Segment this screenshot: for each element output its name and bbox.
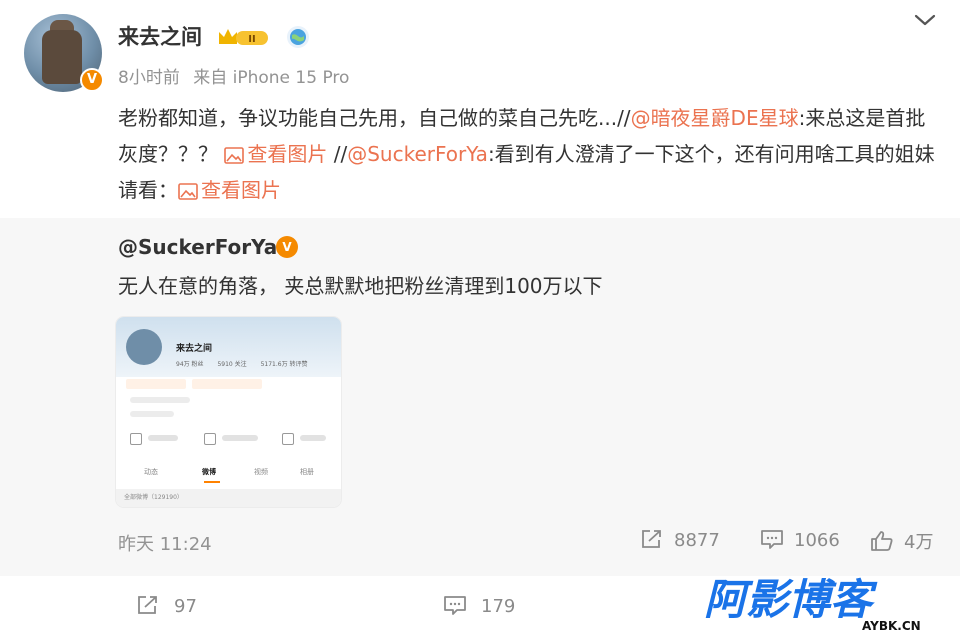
view-image-label: 查看图片 — [247, 142, 328, 166]
image-icon — [224, 147, 245, 164]
thumbnail-name: 来去之间 — [176, 344, 213, 354]
vip-level-badge-icon[interactable]: II — [216, 26, 270, 48]
thumbnail-line — [222, 435, 258, 441]
ticket-icon — [204, 433, 216, 445]
repost-count: 97 — [174, 596, 197, 617]
repost-text: 无人在意的角落， 夹总默默地把粉丝清理到100万以下 — [118, 274, 603, 298]
aybk-watermark-logo: 阿影博客 AYBK.CN — [704, 575, 921, 632]
repost-author[interactable]: @SuckerForYa — [118, 235, 277, 259]
thumbnail-tab: 动态 — [144, 468, 158, 476]
globe-badge-icon[interactable] — [286, 25, 310, 49]
thumbnail-line — [148, 435, 178, 441]
reposted-weibo[interactable]: @SuckerForYa V 无人在意的角落， 夹总默默地把粉丝清理到100万以… — [0, 218, 960, 576]
thumbnail-tab-underline — [204, 481, 220, 483]
thumbnail-avatar — [126, 329, 162, 365]
repost-time: 昨天 11:24 — [118, 534, 212, 555]
watermark-domain: AYBK.CN — [862, 619, 921, 632]
thumbnail-stat: 5910 关注 — [217, 361, 247, 368]
watermark-brand: 阿影博客 — [704, 575, 878, 624]
comment-button[interactable]: 179 — [443, 594, 515, 617]
verified-badge-icon: V — [276, 236, 298, 258]
repost-comment-button[interactable]: 1066 — [760, 528, 840, 551]
comment-count: 179 — [481, 596, 516, 617]
thumbnail-tab: 视频 — [254, 468, 268, 476]
repost-repost-button[interactable]: 8877 — [640, 528, 720, 551]
view-image-link[interactable]: 查看图片 — [178, 178, 281, 202]
vip-level-text: II — [248, 34, 255, 45]
group-icon — [282, 433, 294, 445]
content-text-1: 老粉都知道，争议功能自己先用，自己做的菜自己先吃...// — [118, 106, 631, 130]
thumbnail-shortcuts — [126, 425, 331, 453]
post-meta: 8小时前 来自 iPhone 15 Pro — [118, 63, 357, 88]
store-icon — [130, 433, 142, 445]
post-content: 老粉都知道，争议功能自己先用，自己做的菜自己先吃...//@暗夜星爵DE星球:来… — [118, 100, 938, 208]
comment-icon — [761, 530, 783, 549]
repost-like-button[interactable]: 4万 — [870, 528, 933, 554]
repost-image-thumbnail[interactable]: 来去之间 94万 粉丝 5910 关注 5171.6万 转评赞 动态 微博 视频… — [116, 317, 341, 507]
thumbnail-tag — [126, 379, 186, 389]
image-icon — [178, 183, 198, 200]
comment-icon — [444, 596, 466, 615]
thumbnail-stat: 5171.6万 转评赞 — [260, 361, 308, 368]
post-source[interactable]: 来自 iPhone 15 Pro — [193, 68, 349, 88]
thumbnail-stat: 94万 粉丝 — [176, 361, 204, 368]
repost-button[interactable]: 97 — [136, 594, 197, 617]
chevron-down-icon[interactable] — [914, 13, 936, 27]
thumbnail-tab: 微博 — [202, 468, 216, 476]
thumbnail-stats: 94万 粉丝 5910 关注 5171.6万 转评赞 — [176, 359, 319, 368]
comment-count: 1066 — [794, 530, 840, 551]
mention-link[interactable]: @暗夜星爵DE星球 — [631, 106, 799, 130]
avatar-robot-body — [42, 30, 82, 84]
view-image-link[interactable]: 查看图片 — [224, 142, 327, 166]
author-name[interactable]: 来去之间 — [118, 21, 202, 51]
thumbnail-line — [300, 435, 326, 441]
verified-badge-icon: V — [80, 68, 104, 92]
repost-count: 8877 — [674, 530, 720, 551]
thumbnail-tag — [192, 379, 262, 389]
share-icon — [138, 596, 157, 614]
post-time: 8小时前 — [118, 68, 180, 88]
thumbnail-tab: 相册 — [300, 468, 314, 476]
thumbnail-line — [130, 411, 174, 417]
thumbnail-line — [130, 397, 190, 403]
view-image-label: 查看图片 — [201, 178, 281, 202]
weibo-post: V 来去之间 II 8小时前 来自 iPhone 15 Pro 老粉都知道，争议… — [0, 0, 960, 637]
mention-link[interactable]: @SuckerForYa — [347, 142, 488, 166]
thumbs-up-icon — [871, 531, 893, 551]
thumbnail-footer: 全部微博（129190） — [116, 489, 341, 507]
thumbnail-tabs: 动态 微博 视频 相册 — [116, 463, 341, 483]
like-count: 4万 — [904, 532, 934, 553]
share-icon — [642, 530, 661, 548]
content-text-3: // — [327, 142, 348, 166]
